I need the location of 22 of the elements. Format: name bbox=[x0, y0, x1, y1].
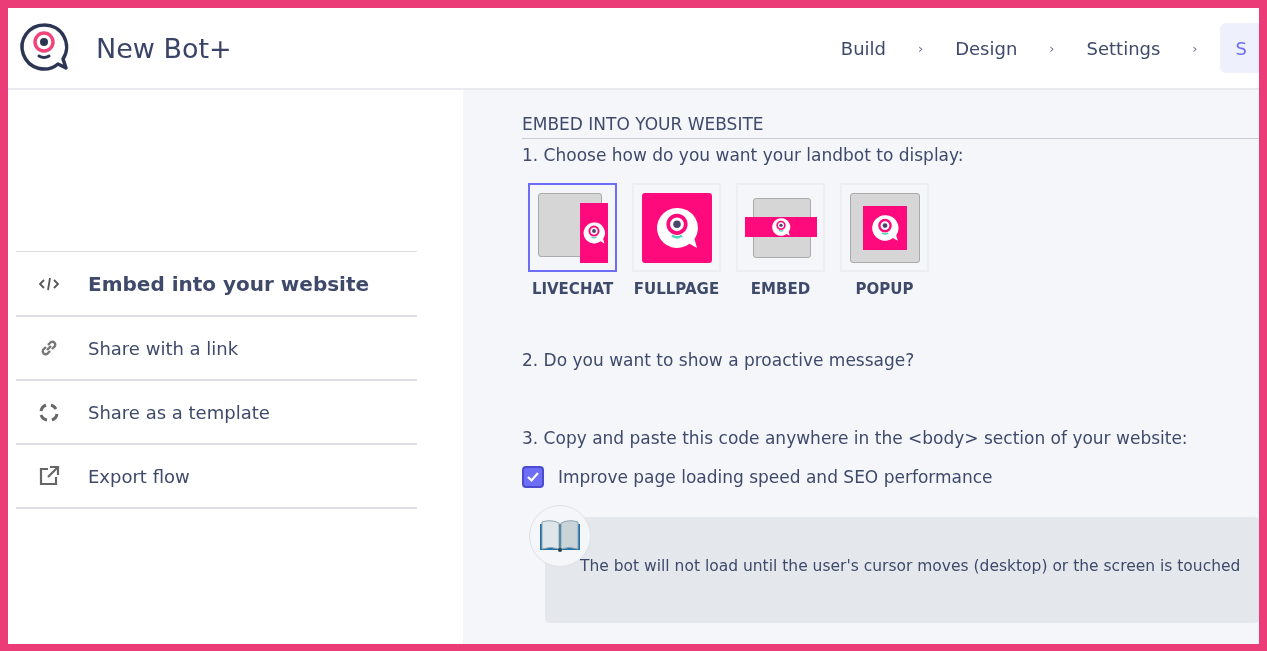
bot-title: New Bot+ bbox=[96, 32, 233, 64]
step-tab[interactable]: Settings bbox=[1076, 23, 1171, 73]
section-heading: EMBED INTO YOUR WEBSITE bbox=[522, 114, 1259, 139]
chevron-icon: › bbox=[895, 40, 946, 56]
step-tab[interactable]: S bbox=[1219, 23, 1259, 73]
chevron-icon: › bbox=[1027, 40, 1077, 56]
chevron-icon: › bbox=[1170, 40, 1220, 56]
sidebar-item[interactable]: Share as a template bbox=[16, 381, 417, 445]
checkmark-icon bbox=[526, 471, 540, 483]
code-icon bbox=[36, 275, 62, 292]
step-text: 1. Choose how do you want your landbot to display: bbox=[522, 145, 965, 165]
checkbox[interactable] bbox=[522, 466, 544, 488]
sidebar-item[interactable]: Export flow bbox=[16, 445, 417, 509]
sidebar-item[interactable]: Share with a link bbox=[16, 317, 417, 381]
checkbox-label: Improve page loading speed and SEO performance bbox=[558, 467, 993, 487]
step-text: 2. Do you want to show a proactive message? bbox=[522, 350, 916, 370]
step-tab[interactable]: Build bbox=[830, 23, 896, 73]
step-text: 3. Copy and paste this code anywhere in the <body> section of your website: bbox=[522, 428, 1189, 448]
sidebar-item[interactable]: Embed into your website bbox=[16, 252, 417, 317]
step-tab[interactable]: Design bbox=[945, 23, 1028, 73]
chat-bubble-icon bbox=[769, 215, 792, 238]
info-text: The bot will not load until the user's cursor moves (desktop) or the screen is touched bbox=[580, 557, 1241, 575]
